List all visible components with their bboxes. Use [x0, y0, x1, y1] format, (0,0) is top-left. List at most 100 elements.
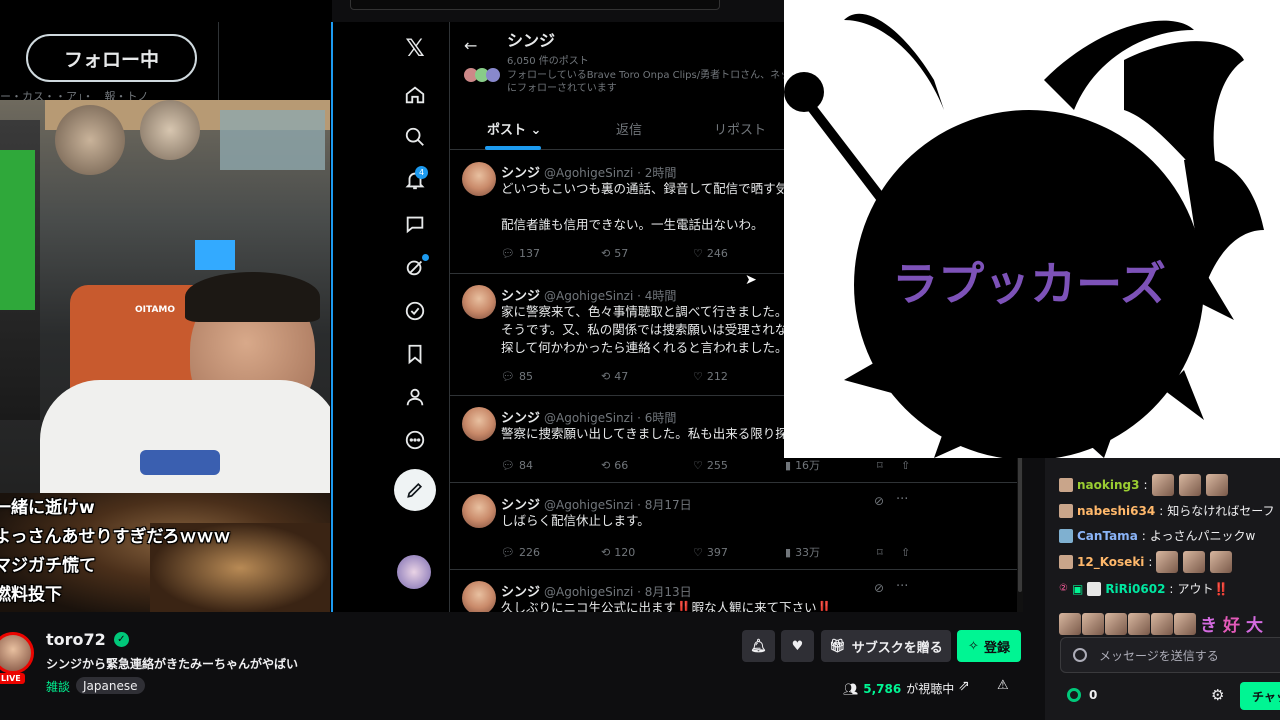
views-count[interactable]: ▮ 16万: [785, 457, 877, 473]
grok-dot: [422, 254, 429, 261]
gift-sub-button[interactable]: 🎁︎ サブスクを贈る: [821, 630, 951, 662]
tweet-avatar[interactable]: [462, 494, 496, 528]
settings-gear-icon[interactable]: ⚙: [1211, 686, 1224, 704]
followed-by-text: にフォローされています: [507, 83, 617, 94]
user-avatar: [1087, 581, 1102, 596]
more-icon[interactable]: [403, 428, 427, 452]
chat-message: nabeshi634: 知らなければセーフ: [1059, 502, 1275, 519]
reply-button[interactable]: 💬︎ 84: [501, 457, 601, 473]
user-avatar: [1059, 478, 1073, 492]
channel-points[interactable]: 0: [1067, 688, 1097, 702]
more-options-icon[interactable]: ···: [896, 579, 908, 594]
more-options-icon[interactable]: ···: [896, 492, 908, 507]
like-button[interactable]: ♡ 212: [693, 370, 785, 383]
chat-identity-icon[interactable]: [1073, 648, 1087, 662]
tab-reposts[interactable]: リポスト: [714, 119, 766, 138]
home-icon[interactable]: [403, 83, 427, 107]
repost-button[interactable]: ⟲ 120: [601, 544, 693, 560]
shirt-print: [140, 450, 220, 475]
tweet[interactable]: シンジ @AgohigeSinzi · 8月13日 ⊘ ··· 久しぶりにニコ生公…: [450, 571, 1023, 612]
chat-input[interactable]: メッセージを送信する: [1060, 637, 1280, 673]
emote: [1151, 612, 1173, 635]
chat-message: ② ▣ RiRi0602: アウト‼️: [1059, 581, 1229, 596]
like-button[interactable]: ♡ 246: [693, 247, 785, 260]
emote: [1156, 551, 1179, 573]
tweet-avatar[interactable]: [462, 285, 496, 319]
following-button[interactable]: フォロー中: [26, 34, 197, 82]
person-hair: [185, 272, 320, 322]
dome-figure: [140, 100, 200, 160]
webcam-feed: OITAMO: [0, 100, 330, 493]
back-arrow-icon[interactable]: ←: [464, 36, 477, 55]
tweet-avatar[interactable]: [462, 162, 496, 196]
views-count[interactable]: ▮ 33万: [785, 544, 877, 560]
share-icon[interactable]: ⇧: [901, 544, 925, 560]
tweet-author[interactable]: シンジ @AgohigeSinzi · 8月17日: [501, 494, 692, 513]
tab-posts[interactable]: ポスト ⌄: [487, 119, 541, 138]
green-shirt: [0, 150, 35, 310]
points-icon: [1067, 688, 1081, 702]
overlay-subtitle: よっさんあせりすぎだろｗｗｗ: [0, 527, 231, 547]
search-input[interactable]: [350, 0, 720, 10]
sparkle-icon: ✧: [968, 638, 979, 654]
emote: [1178, 474, 1201, 496]
tag-language[interactable]: Japanese: [76, 677, 145, 694]
bookmark-icon[interactable]: ⌑: [877, 457, 901, 473]
compose-button[interactable]: [394, 469, 436, 511]
viewer-count: 👥︎ 5,786 が視聴中: [843, 681, 955, 697]
like-button[interactable]: ♡ 255: [693, 457, 785, 473]
repost-button[interactable]: ⟲ 66: [601, 457, 693, 473]
chevron-down-icon: ⌄: [530, 123, 542, 138]
grok-icon[interactable]: ⊘: [874, 494, 884, 508]
chat-message: CanTama: よっさんパニックw: [1059, 527, 1255, 544]
x-logo-icon[interactable]: 𝕏: [403, 34, 427, 62]
tweet-text: 警察に捜索願い出してきました。私も出来る限り探し: [501, 426, 801, 441]
share-icon[interactable]: ⇗: [958, 678, 970, 694]
chat-send-button[interactable]: チャット: [1240, 682, 1280, 710]
bookmarks-icon[interactable]: [403, 342, 427, 366]
notification-bell-button[interactable]: 🔔︎: [742, 630, 775, 662]
emote-text: 好: [1223, 616, 1240, 636]
tweet-avatar[interactable]: [462, 581, 496, 612]
tweet[interactable]: シンジ @AgohigeSinzi · 8月17日 ⊘ ··· しばらく配信休止し…: [450, 484, 1023, 570]
repost-button[interactable]: ⟲ 57: [601, 247, 693, 260]
tweet-author[interactable]: シンジ @AgohigeSinzi · 6時間: [501, 407, 676, 426]
report-icon[interactable]: ⚠: [997, 678, 1009, 693]
x-sidebar: 𝕏 4: [333, 22, 449, 612]
tweet-author[interactable]: シンジ @AgohigeSinzi · 2時間: [501, 162, 676, 181]
share-icon[interactable]: ⇧: [901, 457, 925, 473]
search-icon[interactable]: [403, 125, 427, 149]
reply-button[interactable]: 💬︎ 137: [501, 247, 601, 260]
tweet-actions: 💬︎ 226 ⟲ 120 ♡ 397 ▮ 33万 ⌑ ⇧: [501, 544, 1021, 560]
follow-heart-button[interactable]: ♥: [781, 630, 814, 662]
tweet-avatar[interactable]: [462, 407, 496, 441]
emote-text: 大: [1246, 616, 1263, 636]
reply-button[interactable]: 💬︎ 85: [501, 370, 601, 383]
subscribe-button[interactable]: ✧ 登録: [957, 630, 1021, 662]
tweet-actions: 💬︎ 84 ⟲ 66 ♡ 255 ▮ 16万 ⌑ ⇧: [501, 457, 1021, 473]
overlay-subtitle: 燃料投下: [0, 585, 62, 605]
person-shirt: [40, 380, 330, 493]
profile-name: シンジ: [507, 31, 556, 50]
bookmark-icon[interactable]: ⌑: [877, 544, 901, 560]
verified-icon[interactable]: [403, 299, 427, 323]
account-avatar[interactable]: [397, 555, 431, 589]
tab-replies[interactable]: 返信: [616, 119, 642, 138]
category-link[interactable]: 雑談: [46, 678, 70, 695]
user-avatar: [1059, 503, 1073, 518]
reply-button[interactable]: 💬︎ 226: [501, 544, 601, 560]
profile-icon[interactable]: [403, 385, 427, 409]
messages-icon[interactable]: [403, 212, 427, 236]
overlay-artwork: ラプッカーズ: [784, 0, 1280, 458]
tweet-text: 久しぶりにニコ生公式に出ます‼️暇な人観に来て下さい‼️: [501, 600, 833, 612]
like-button[interactable]: ♡ 397: [693, 544, 785, 560]
emote: [1174, 612, 1196, 635]
tweet-author[interactable]: シンジ @AgohigeSinzi · 8月13日: [501, 581, 692, 600]
chat-panel: naoking3: nabeshi634: 知らなければセーフ CanTama:…: [1045, 458, 1280, 720]
tweet-author[interactable]: シンジ @AgohigeSinzi · 4時間: [501, 285, 676, 304]
repost-button[interactable]: ⟲ 47: [601, 370, 693, 383]
tweet-text: しばらく配信休止します。: [501, 513, 650, 528]
channel-name[interactable]: toro72 ✓: [46, 630, 129, 649]
tab-indicator: [485, 146, 541, 150]
grok-icon[interactable]: ⊘: [874, 581, 884, 595]
